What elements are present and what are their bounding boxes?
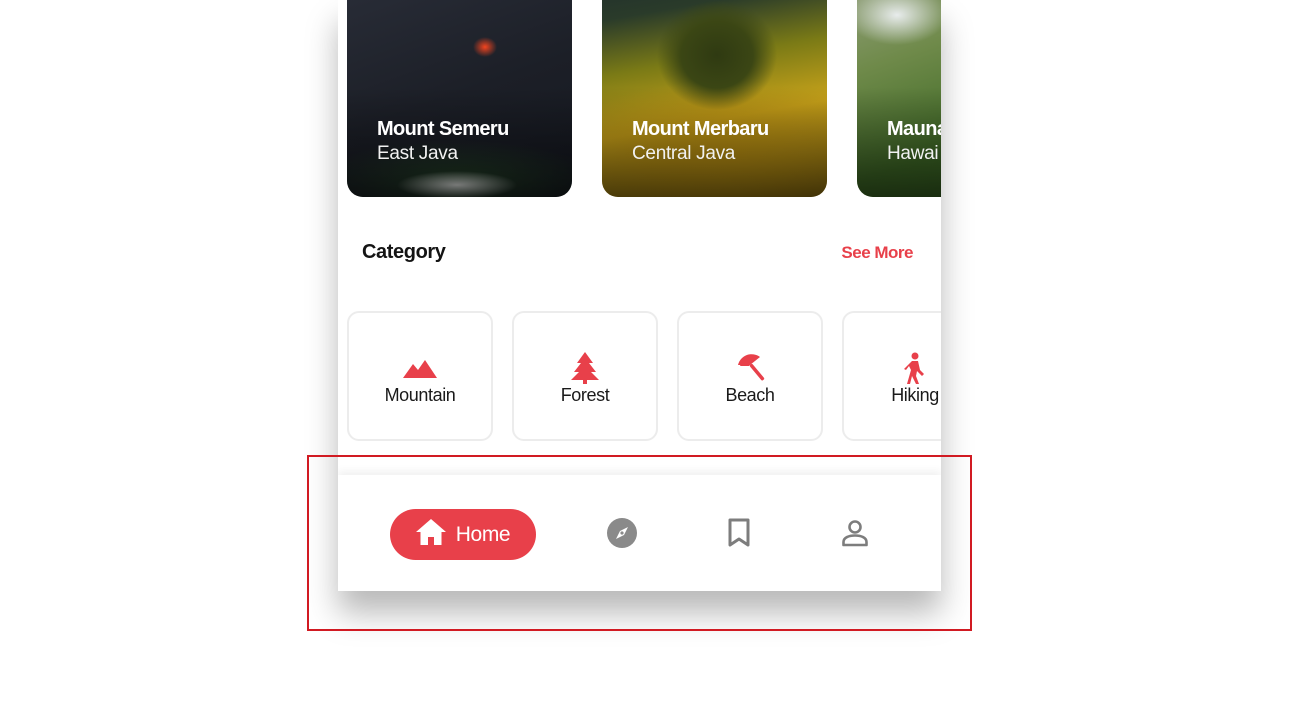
tree-icon bbox=[568, 351, 602, 385]
destination-card[interactable]: Mount Merbaru Central Java bbox=[602, 0, 827, 197]
category-hiking[interactable]: Hiking bbox=[842, 311, 941, 441]
category-mountain[interactable]: Mountain bbox=[347, 311, 493, 441]
destination-region: Central Java bbox=[632, 143, 736, 164]
destination-region: Hawai bbox=[887, 143, 939, 164]
section-title: Category bbox=[362, 241, 446, 263]
destination-card[interactable]: Mount Semeru East Java bbox=[347, 0, 572, 197]
category-forest[interactable]: Forest bbox=[512, 311, 658, 441]
category-label: Hiking bbox=[891, 385, 939, 405]
category-label: Beach bbox=[725, 385, 775, 405]
see-more-link[interactable]: See More bbox=[841, 243, 913, 263]
destination-name: Mount Semeru bbox=[377, 118, 509, 140]
destination-name: Mauna bbox=[887, 118, 941, 140]
hiker-icon bbox=[898, 351, 932, 385]
umbrella-icon bbox=[733, 351, 767, 385]
destination-name: Mount Merbaru bbox=[632, 118, 769, 140]
destination-carousel[interactable]: Mount Semeru East Java Mount Merbaru Cen… bbox=[338, 0, 941, 200]
destination-card[interactable]: Mauna Hawai bbox=[857, 0, 941, 197]
category-beach[interactable]: Beach bbox=[677, 311, 823, 441]
destination-region: East Java bbox=[377, 143, 458, 164]
category-label: Mountain bbox=[384, 385, 456, 405]
mountain-icon bbox=[403, 351, 437, 385]
highlight-box bbox=[307, 455, 972, 631]
category-label: Forest bbox=[560, 385, 610, 405]
